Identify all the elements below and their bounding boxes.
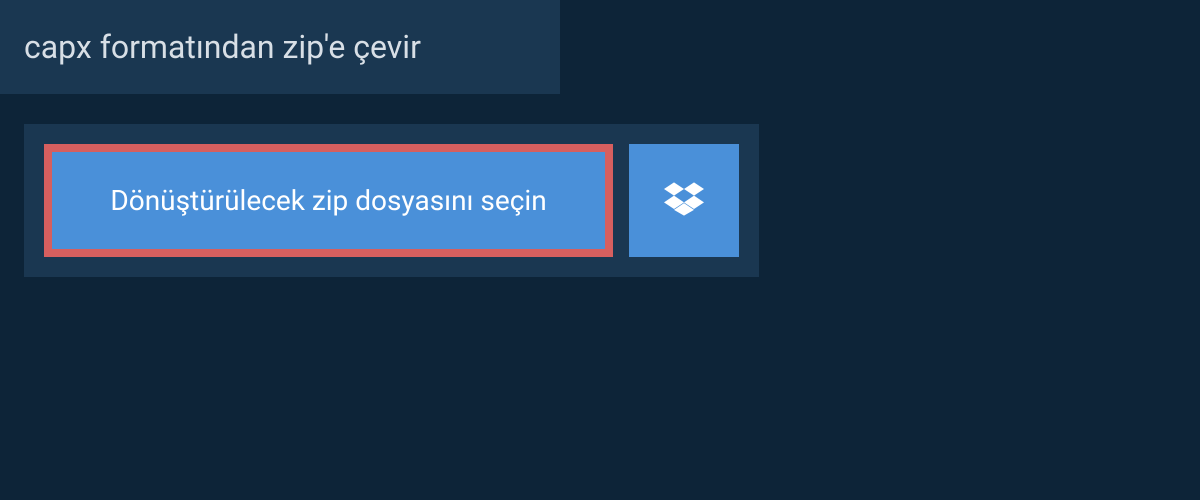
dropbox-icon: [664, 179, 704, 223]
dropbox-button[interactable]: [629, 144, 739, 257]
select-file-label: Dönüştürülecek zip dosyasını seçin: [110, 184, 546, 217]
upload-panel: Dönüştürülecek zip dosyasını seçin: [24, 124, 759, 277]
page-title: capx formatından zip'e çevir: [24, 28, 536, 66]
select-file-button[interactable]: Dönüştürülecek zip dosyasını seçin: [44, 144, 613, 257]
header-panel: capx formatından zip'e çevir: [0, 0, 560, 94]
